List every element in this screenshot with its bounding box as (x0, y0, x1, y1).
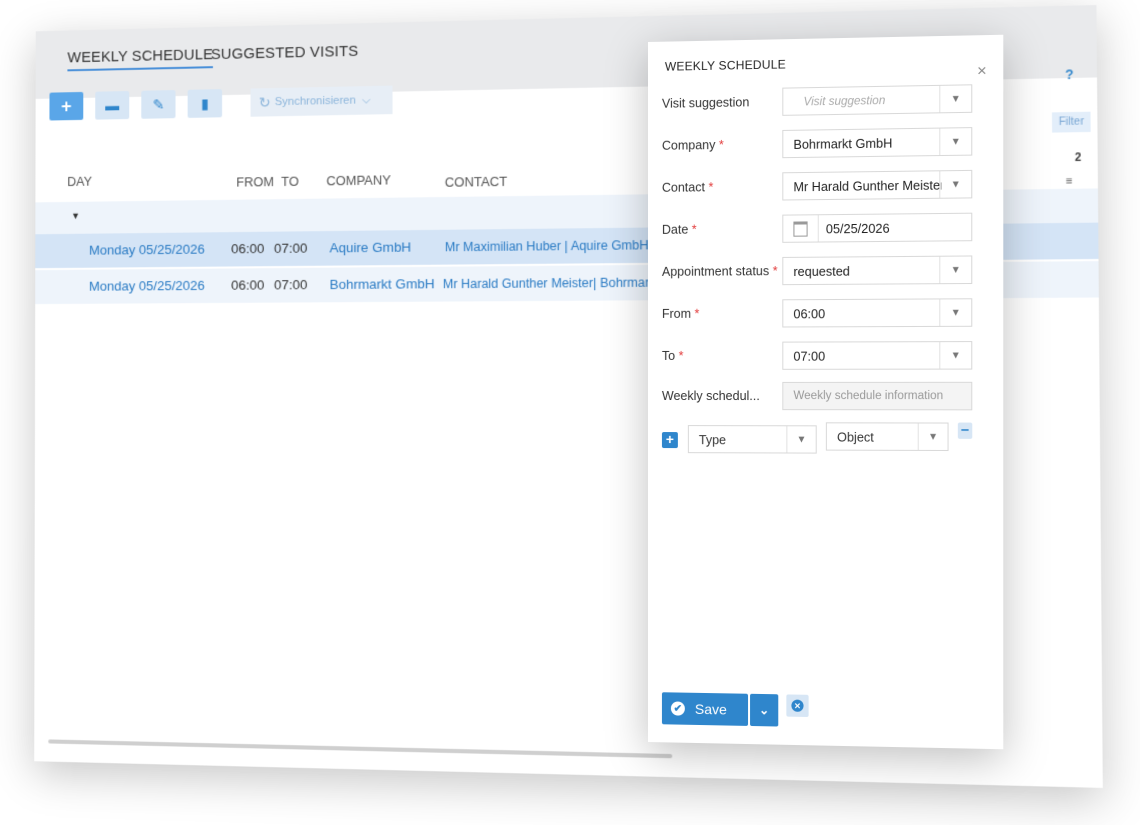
from-label: From * (661, 306, 700, 321)
company-label: Company * (661, 137, 724, 153)
close-circle-icon: ✕ (791, 699, 804, 712)
company-select[interactable]: Bohrmarkt GmbH ▼ (782, 127, 973, 159)
from-select[interactable]: 06:00 ▼ (782, 298, 973, 328)
chevron-down-icon[interactable]: ▼ (939, 85, 972, 113)
save-button[interactable]: ✔ Save (661, 692, 749, 726)
date-row: Date * 05/25/2026 (661, 212, 976, 246)
tab-weekly-schedule[interactable]: WEEKLY SCHEDULE (67, 47, 214, 72)
filter-button[interactable]: Filter (1051, 111, 1091, 133)
caret-down-icon: ▼ (71, 210, 81, 221)
open-button[interactable]: ▬ (95, 90, 130, 120)
synchronize-label: Synchronisieren (274, 94, 356, 109)
column-header-from[interactable]: FROM (236, 175, 274, 190)
edit-button[interactable]: ✎ (141, 90, 176, 119)
date-label: Date * (661, 222, 697, 237)
row-contact[interactable]: Mr Maximilian Huber | Aquire GmbH (445, 238, 649, 254)
cancel-button[interactable]: ✕ (786, 694, 809, 718)
type-value: Type (698, 433, 727, 448)
chevron-down-icon[interactable]: ▼ (939, 170, 972, 198)
company-value: Bohrmarkt GmbH (793, 136, 893, 152)
delete-button[interactable]: ▮ (187, 89, 223, 118)
column-header-to[interactable]: TO (281, 175, 299, 189)
to-label: To * (661, 348, 684, 363)
row-from: 06:00 (231, 277, 265, 293)
calendar-icon[interactable] (793, 221, 808, 237)
visit-suggestion-placeholder: Visit suggestion (803, 94, 886, 109)
chevron-down-icon[interactable]: ▼ (939, 128, 972, 156)
appointment-status-value: requested (793, 264, 850, 280)
trash-icon: ▮ (200, 94, 209, 112)
column-header-contact[interactable]: CONTACT (445, 175, 508, 190)
remove-type-button[interactable]: − (957, 421, 973, 439)
contact-value: Mr Harald Gunther Meister (793, 178, 942, 195)
from-row: From * 06:00 ▼ (662, 298, 976, 330)
add-button[interactable]: + (49, 91, 84, 121)
date-divider (817, 215, 819, 242)
minus-icon: − (960, 421, 970, 438)
row-company[interactable]: Aquire GmbH (330, 239, 412, 255)
column-header-day[interactable]: DAY (67, 175, 92, 189)
chevron-down-icon[interactable]: ▼ (939, 256, 972, 284)
row-company[interactable]: Bohrmarkt GmbH (330, 276, 435, 292)
weekly-info-value: Weekly schedule information (793, 389, 944, 403)
type-select[interactable]: Type ▼ (687, 425, 817, 454)
check-icon: ✔ (670, 701, 685, 716)
row-day: Monday 05/25/2026 (88, 277, 205, 294)
row-from: 06:00 (231, 240, 265, 257)
record-count: 2 (1074, 152, 1082, 165)
to-value: 07:00 (793, 349, 826, 364)
visit-suggestion-label: Visit suggestion (661, 95, 750, 111)
column-header-company[interactable]: COMPANY (326, 173, 390, 188)
pencil-icon: ✎ (152, 95, 165, 113)
weekly-info-row: Weekly schedul... Weekly schedule inform… (661, 381, 976, 413)
add-type-button[interactable]: + (661, 431, 678, 449)
to-row: To * 07:00 ▼ (662, 341, 976, 372)
visit-suggestion-select[interactable]: Visit suggestion ▼ (782, 84, 973, 116)
weekly-schedule-dialog: WEEKLY SCHEDULE × Visit suggestion Visit… (648, 34, 1004, 750)
help-button[interactable]: ? (1065, 67, 1073, 82)
from-value: 06:00 (793, 307, 826, 322)
chevron-down-icon[interactable]: ▼ (939, 299, 972, 326)
row-to: 07:00 (274, 240, 308, 256)
contact-label: Contact * (661, 180, 714, 195)
chevron-down-icon[interactable]: ▼ (786, 426, 816, 453)
object-select[interactable]: Object ▼ (825, 422, 949, 452)
dialog-title: WEEKLY SCHEDULE (664, 57, 786, 74)
folder-icon: ▬ (105, 97, 120, 114)
row-contact[interactable]: Mr Harald Gunther Meister| Bohrmarkt (443, 275, 660, 291)
chevron-down-icon: ⌄ (759, 703, 770, 718)
row-day: Monday 05/25/2026 (89, 241, 205, 258)
company-row: Company * Bohrmarkt GmbH ▼ (662, 127, 976, 162)
close-icon[interactable]: × (977, 63, 987, 82)
chevron-down-icon[interactable]: ▼ (917, 423, 948, 450)
date-input[interactable]: 05/25/2026 (782, 212, 973, 243)
to-select[interactable]: 07:00 ▼ (782, 341, 973, 370)
tab-suggested-visits[interactable]: SUGGESTED VISITS (211, 44, 359, 64)
appointment-status-row: Appointment status * requested ▼ (662, 255, 976, 287)
plus-icon: + (665, 431, 674, 448)
weekly-info-input[interactable]: Weekly schedule information (782, 381, 973, 411)
date-value: 05/25/2026 (825, 221, 890, 237)
appointment-status-label: Appointment status * (661, 264, 778, 279)
horizontal-scrollbar[interactable] (48, 739, 673, 759)
plus-icon: + (61, 95, 72, 116)
contact-select[interactable]: Mr Harald Gunther Meister ▼ (782, 169, 973, 201)
visit-suggestion-row: Visit suggestion Visit suggestion ▼ (662, 84, 976, 120)
list-view-icon[interactable]: ≡ (1066, 176, 1073, 188)
refresh-icon: ↻ (258, 93, 271, 111)
appointment-status-select[interactable]: requested ▼ (782, 255, 973, 286)
weekly-info-label: Weekly schedul... (661, 388, 760, 404)
save-options-button[interactable]: ⌄ (750, 693, 779, 727)
synchronize-button[interactable]: ↻ Synchronisieren ⌵ (250, 85, 393, 117)
row-to: 07:00 (274, 276, 308, 293)
save-label: Save (694, 700, 727, 718)
chevron-down-icon[interactable]: ▼ (939, 342, 972, 369)
object-value: Object (837, 430, 874, 445)
chevron-down-icon: ⌵ (362, 93, 371, 107)
contact-row: Contact * Mr Harald Gunther Meister ▼ (661, 169, 976, 204)
